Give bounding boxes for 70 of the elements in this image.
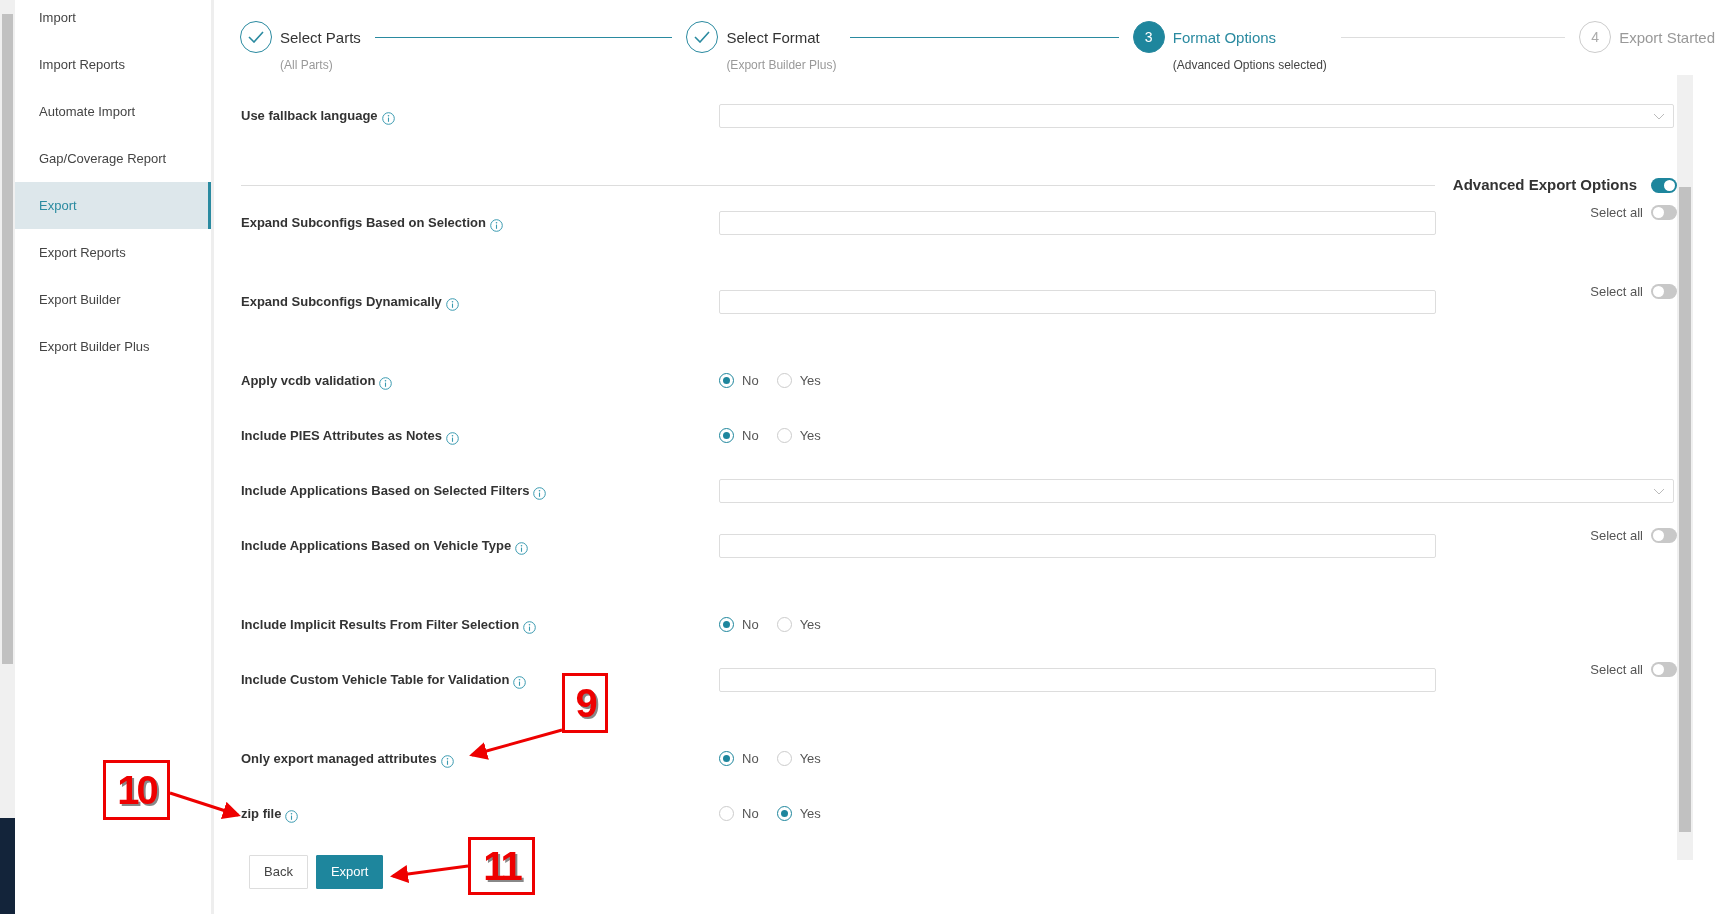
radio-label: Yes [799,427,821,445]
step-sublabel: (Advanced Options selected) [1172,56,1327,74]
radio-label: Yes [799,805,821,823]
callout-number: 10 [103,760,170,820]
step-sublabel: (Export Builder Plus) [726,56,837,74]
field-label: Only export managed attributes [241,751,437,766]
field-label: Include PIES Attributes as Notes [241,428,443,443]
callout-number: 9 [562,673,608,733]
radio-button[interactable] [719,428,734,444]
radio-label: No [742,427,759,445]
radio-label: Yes [799,616,821,634]
step-label: Format Options [1172,28,1278,48]
field-label: Expand Subconfigs Based on Selection [241,215,486,230]
input-field[interactable] [719,211,1436,235]
step-number: 3 [1132,21,1165,53]
sidebar-item[interactable]: Automate Import [15,88,211,135]
toggle-switch[interactable] [1651,662,1677,678]
sidebar-item[interactable]: Import Reports [15,41,211,88]
chevron-icon [1653,487,1665,495]
radio-label: No [742,805,759,823]
radio-button[interactable] [776,373,792,389]
radio-button[interactable] [776,751,792,767]
toggle-switch[interactable] [1651,284,1677,300]
back-button[interactable]: Back [249,855,308,889]
radio-label: No [742,750,759,768]
sidebar-item[interactable]: Export Builder [15,276,211,323]
toggle-label: Select all [1590,283,1643,301]
radio-button[interactable] [776,617,792,633]
radio-button[interactable] [776,428,792,444]
radio-button[interactable] [776,806,792,822]
field-label: Include Custom Vehicle Table for Validation [241,672,510,687]
step-sublabel: (All Parts) [280,56,334,74]
sidebar-item[interactable]: Gap/Coverage Report [15,135,211,182]
step-label: Select Parts [280,28,361,48]
toggle-switch[interactable] [1651,205,1677,221]
radio-button[interactable] [719,617,734,633]
radio-label: Yes [799,372,821,390]
field-label: Apply vcdb validation [241,373,376,388]
radio-label: No [742,616,759,634]
scrollbar[interactable] [0,0,15,818]
callout-arrow [169,791,241,819]
step-label: Export Started [1619,28,1715,48]
toggle-label: Select all [1590,527,1643,545]
input-field[interactable] [719,290,1436,314]
scrollbar[interactable] [1677,75,1693,860]
field-label: Include Applications Based on Vehicle Type [241,538,512,553]
field-label: Expand Subconfigs Dynamically [241,294,442,309]
sidebar-item[interactable]: Export Reports [15,229,211,276]
chevron-icon [1653,112,1665,120]
field-label: Use fallback language [241,108,378,123]
toggle-switch[interactable] [1651,178,1677,193]
step-label: Select Format [726,28,821,48]
field-label: Include Applications Based on Selected Filters [241,483,530,498]
radio-label: No [742,372,759,390]
toggle-switch[interactable] [1651,528,1677,544]
field-label: zip file [241,806,282,821]
sidebar-item[interactable]: Export Builder Plus [15,323,211,370]
radio-button[interactable] [719,373,734,389]
toggle-label: Select all [1590,204,1643,222]
input-field[interactable] [719,534,1436,558]
toggle-label: Select all [1590,661,1643,679]
radio-button[interactable] [719,806,734,822]
field-label: Include Implicit Results From Filter Selection [241,617,520,632]
input-field[interactable] [719,668,1436,692]
section-title: Advanced Export Options [1452,175,1637,196]
radio-label: Yes [799,750,821,768]
sidebar-item[interactable]: Import [15,0,211,41]
export-button[interactable]: Export [315,855,384,889]
callout-number: 11 [468,837,535,895]
radio-button[interactable] [719,751,734,767]
